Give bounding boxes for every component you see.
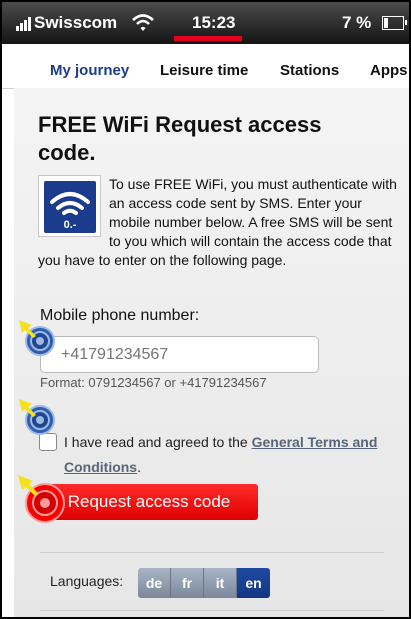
lang-fr[interactable]: fr: [171, 568, 204, 598]
lang-de[interactable]: de: [138, 568, 171, 598]
divider: [40, 610, 384, 611]
target-marker-icon: [19, 399, 55, 435]
tab-leisure-time[interactable]: Leisure time: [160, 62, 248, 79]
languages-label: Languages:: [50, 573, 124, 589]
wifi-status-icon: [132, 14, 154, 31]
page-title: FREE WiFi Request access code.: [38, 112, 322, 165]
phone-screen: Swisscom 15:23 7 % My journey Leisure ti…: [0, 0, 411, 619]
main-content: FREE WiFi Request access code. To use FR…: [14, 88, 409, 617]
clock: 15:23: [192, 13, 236, 32]
terms-text: I have read and agreed to the General Te…: [64, 434, 378, 475]
wifi-icon-caption: 0.-: [64, 219, 77, 231]
lang-it[interactable]: it: [204, 568, 237, 598]
tab-stations[interactable]: Stations: [280, 62, 339, 79]
tab-apps[interactable]: Apps: [370, 62, 408, 79]
lang-en[interactable]: en: [237, 568, 270, 598]
request-access-button[interactable]: Request access code: [40, 484, 258, 520]
phone-input[interactable]: [40, 336, 319, 373]
target-marker-icon: [18, 475, 65, 523]
brand-strip: [174, 36, 242, 41]
format-hint: Format: 0791234567 or +41791234567: [40, 375, 267, 390]
divider: [40, 552, 384, 553]
target-marker-icon: [19, 320, 55, 356]
free-wifi-icon: 0.-: [38, 175, 101, 237]
carrier-name: Swisscom: [34, 13, 118, 32]
tab-my-journey[interactable]: My journey: [50, 62, 129, 79]
battery-icon: [382, 16, 407, 30]
wifi-icon: 0.-: [50, 192, 90, 231]
phone-label: Mobile phone number:: [40, 307, 200, 324]
battery-percent: 7 %: [342, 13, 372, 32]
top-navigation: My journey Leisure time Stations Apps: [2, 44, 409, 89]
language-switcher: de fr it en: [138, 568, 270, 598]
